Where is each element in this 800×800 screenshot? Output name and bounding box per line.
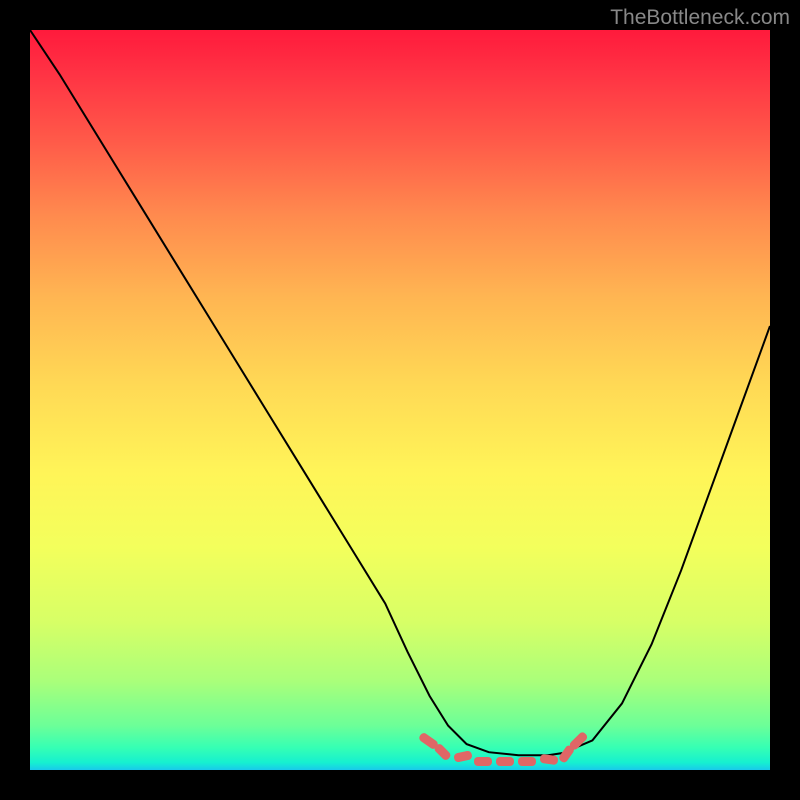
- optimal-dash: [474, 757, 492, 766]
- optimal-dash: [496, 757, 514, 766]
- bottleneck-curve: [30, 30, 770, 755]
- chart-container: [30, 30, 770, 770]
- watermark-text: TheBottleneck.com: [610, 6, 790, 30]
- curve-layer: [30, 30, 770, 770]
- optimal-dash: [518, 757, 536, 766]
